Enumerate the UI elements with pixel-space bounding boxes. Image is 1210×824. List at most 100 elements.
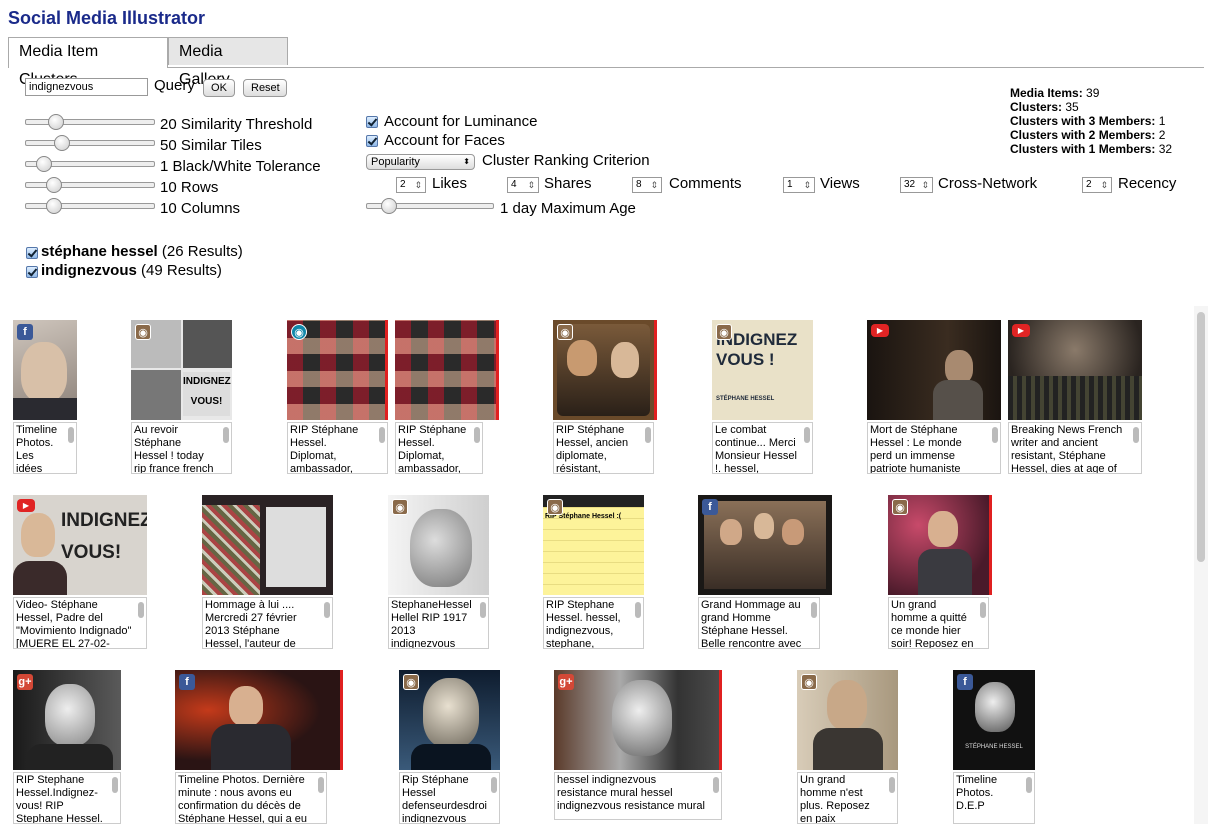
media-caption: Timeline Photos. Les idées	[13, 422, 77, 474]
ranking-select[interactable]: Popularity ⬍	[366, 154, 475, 170]
media-caption: Breaking News French writer and ancient …	[1008, 422, 1142, 474]
media-grid: f Timeline Photos. Les idées INDIGNEZ VO…	[8, 306, 1208, 824]
faces-label: Account for Faces	[384, 132, 505, 149]
caption-scrollbar[interactable]	[223, 427, 229, 443]
youtube-icon: ▶	[871, 324, 889, 337]
caption-scrollbar[interactable]	[980, 602, 986, 618]
media-thumbnail: RIP Stéphane Hessel :( ◉	[543, 495, 644, 595]
app-title: Social Media Illustrator	[8, 8, 206, 28]
media-thumbnail: ◉	[388, 495, 489, 595]
instagram-icon: ◉	[892, 499, 908, 515]
caption-scrollbar[interactable]	[811, 602, 817, 618]
instagram-icon: ◉	[801, 674, 817, 690]
query-input[interactable]	[25, 78, 148, 96]
media-thumbnail: ▶	[1008, 320, 1142, 420]
media-thumbnail: f	[175, 670, 343, 770]
comments-label: Comments	[669, 175, 742, 192]
caption-scrollbar[interactable]	[379, 427, 385, 443]
likes-spinner[interactable]: 2	[396, 177, 426, 193]
caption-scrollbar[interactable]	[474, 427, 480, 443]
thumb-author: STÉPHANE HESSEL	[716, 396, 775, 402]
rows-label: 10 Rows	[160, 179, 219, 196]
caption-scrollbar[interactable]	[1133, 427, 1139, 443]
tab-media-gallery[interactable]: Media Gallery	[168, 37, 288, 88]
media-caption: Un grand homme n'est plus. Reposez en pa…	[797, 772, 898, 824]
term-checkbox-hessel[interactable]	[26, 247, 38, 259]
reset-button[interactable]: Reset	[243, 79, 287, 97]
media-caption: hessel indignezvous resistance mural hes…	[554, 772, 722, 820]
term-indignezvous: indignezvous (49 Results)	[41, 262, 222, 279]
caption-scrollbar[interactable]	[112, 777, 118, 793]
recency-spinner[interactable]: 2	[1082, 177, 1112, 193]
stat-clusters-3: Clusters with 3 Members: 1	[1010, 114, 1166, 128]
caption-scrollbar[interactable]	[1026, 777, 1032, 793]
media-caption: RIP Stephane Hessel. hessel, indignezvou…	[543, 597, 644, 649]
instagram-icon: ◉	[716, 324, 732, 340]
ranking-label: Cluster Ranking Criterion	[482, 152, 650, 169]
caption-scrollbar[interactable]	[889, 777, 895, 793]
media-thumbnail: ◉	[553, 320, 657, 420]
stat-clusters: Clusters: 35	[1010, 100, 1079, 114]
instagram-icon: ◉	[557, 324, 573, 340]
instagram-icon: ◉	[291, 324, 307, 340]
facebook-icon: f	[17, 324, 33, 340]
max-age-label: 1 day Maximum Age	[500, 200, 636, 217]
media-caption: Rip Stéphane Hessel defenseurdesdroi ind…	[399, 772, 500, 824]
caption-scrollbar[interactable]	[68, 427, 74, 443]
caption-scrollbar[interactable]	[480, 602, 486, 618]
caption-scrollbar[interactable]	[635, 602, 641, 618]
faces-checkbox[interactable]	[366, 135, 378, 147]
media-thumbnail: ◉	[888, 495, 992, 595]
facebook-icon: f	[702, 499, 718, 515]
media-thumbnail: g+	[13, 670, 121, 770]
thumb-author: STÉPHANE HESSEL	[965, 744, 1023, 750]
luminance-label: Account for Luminance	[384, 113, 538, 130]
stat-clusters-1: Clusters with 1 Members: 32	[1010, 142, 1173, 156]
term-checkbox-indignezvous[interactable]	[26, 266, 38, 278]
caption-scrollbar[interactable]	[645, 427, 651, 443]
youtube-icon: ▶	[1012, 324, 1030, 337]
recency-label: Recency	[1118, 175, 1177, 192]
media-caption: Grand Hommage au grand Homme Stéphane He…	[698, 597, 820, 649]
media-caption: Timeline Photos. Dernière minute : nous …	[175, 772, 327, 824]
similar-tiles-label: 50 Similar Tiles	[160, 137, 262, 154]
stats-panel: Media Items: 39 Clusters: 35 Clusters wi…	[1010, 86, 1172, 156]
shares-spinner[interactable]: 4	[507, 177, 539, 193]
media-scrollbar-thumb[interactable]	[1197, 312, 1205, 562]
media-thumbnail: STÉPHANE HESSEL f	[953, 670, 1035, 770]
google-plus-icon: g+	[17, 674, 33, 690]
caption-scrollbar[interactable]	[992, 427, 998, 443]
query-label: Query	[154, 77, 195, 94]
media-caption: RIP Stéphane Hessel, ancien diplomate, r…	[553, 422, 654, 474]
stat-clusters-2: Clusters with 2 Members: 2	[1010, 128, 1166, 142]
caption-scrollbar[interactable]	[324, 602, 330, 618]
media-thumbnail: g+	[554, 670, 722, 770]
youtube-icon: ▶	[17, 499, 35, 512]
tab-media-item-clusters[interactable]: Media Item Clusters	[8, 37, 168, 88]
media-caption: Le combat continue... Merci Monsieur Hes…	[712, 422, 813, 474]
media-thumbnail: f	[698, 495, 832, 595]
caption-scrollbar[interactable]	[804, 427, 810, 443]
luminance-checkbox[interactable]	[366, 116, 378, 128]
ok-button[interactable]: OK	[203, 79, 235, 97]
media-thumbnail: INDIGNEZ VOUS ! STÉPHANE HESSEL ◉	[712, 320, 813, 420]
caption-scrollbar[interactable]	[713, 777, 719, 793]
media-caption: RIP Stephane Hessel.Indignez-vous! RIP S…	[13, 772, 121, 824]
media-caption: Video- Stéphane Hessel, Padre del "Movim…	[13, 597, 147, 649]
caption-scrollbar[interactable]	[318, 777, 324, 793]
media-thumbnail: ◉	[287, 320, 388, 420]
media-thumbnail: INDIGNEZ VOUS! ▶	[13, 495, 147, 595]
columns-label: 10 Columns	[160, 200, 241, 217]
media-caption: Un grand homme a quitté ce monde hier so…	[888, 597, 989, 649]
cross-network-spinner[interactable]: 32	[900, 177, 933, 193]
tab-bar: Media Item Clusters Media Gallery	[8, 37, 1204, 88]
views-spinner[interactable]: 1	[783, 177, 815, 193]
google-plus-icon: g+	[558, 674, 574, 690]
caption-scrollbar[interactable]	[138, 602, 144, 618]
caption-scrollbar[interactable]	[491, 777, 497, 793]
media-caption: Hommage à lui .... Mercredi 27 février 2…	[202, 597, 333, 649]
shares-label: Shares	[544, 175, 592, 192]
comments-spinner[interactable]: 8	[632, 177, 662, 193]
instagram-icon: ◉	[135, 324, 151, 340]
media-caption: RIP Stéphane Hessel. Diplomat, ambassado…	[395, 422, 483, 474]
